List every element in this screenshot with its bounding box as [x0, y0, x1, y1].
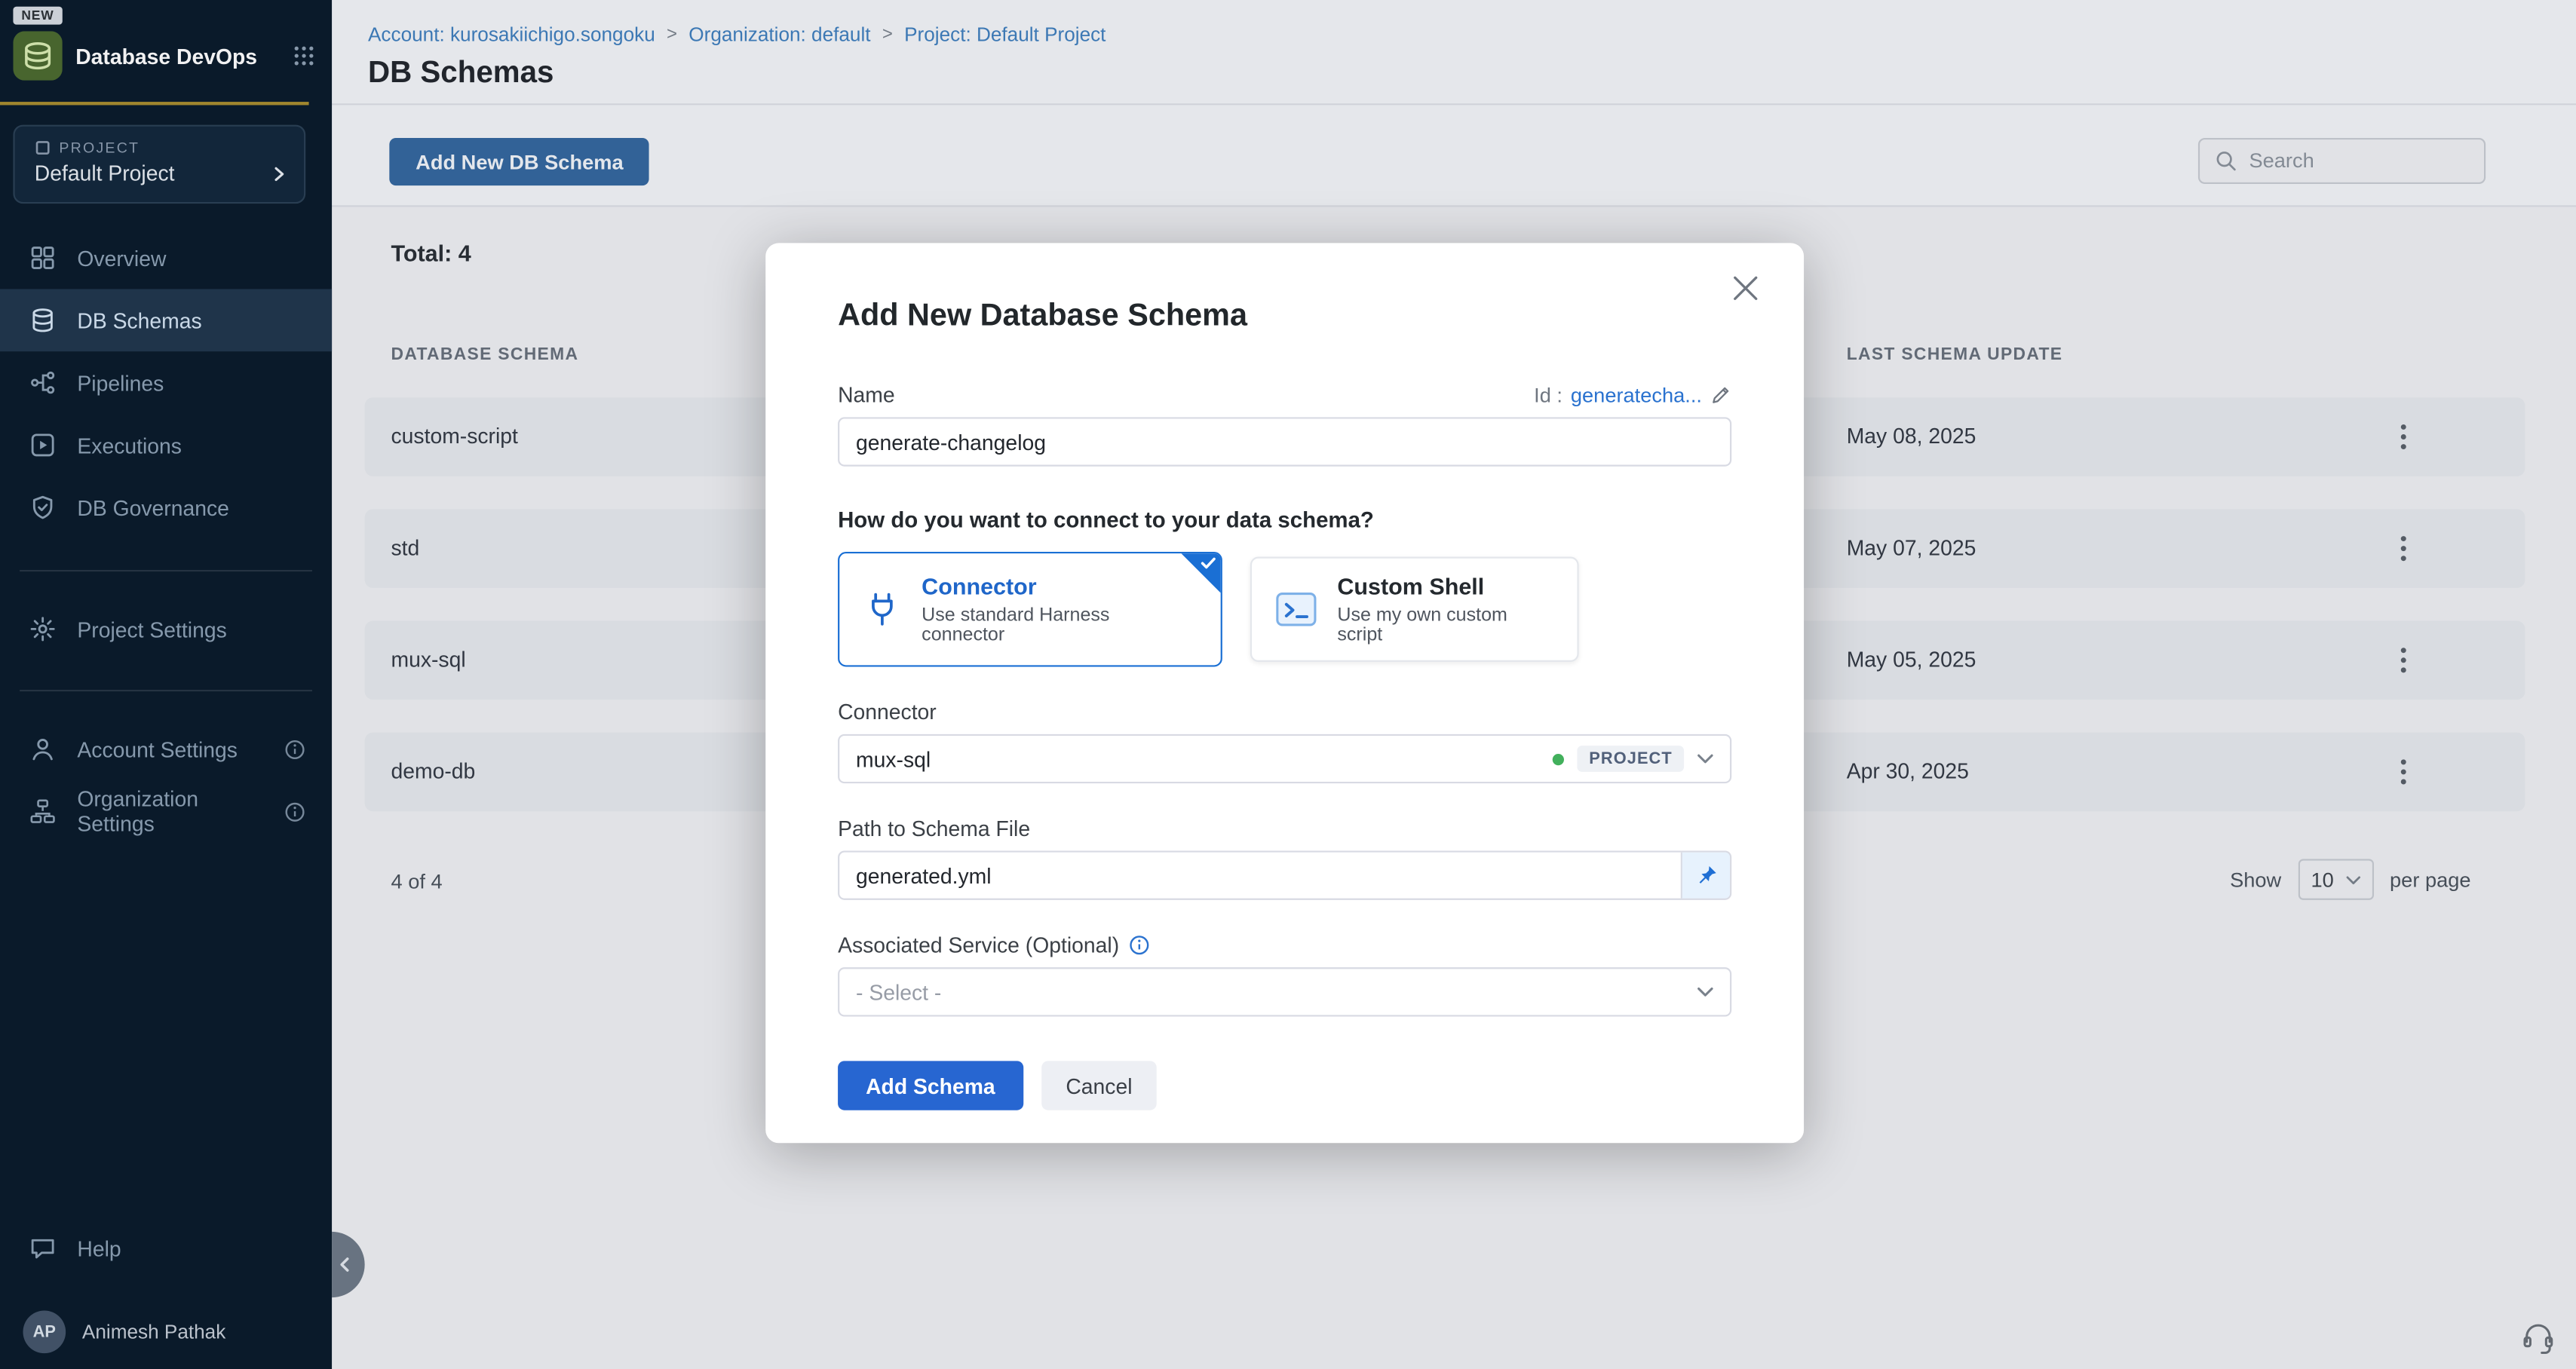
cancel-button[interactable]: Cancel	[1041, 1061, 1158, 1110]
schema-id-row: Id : generatecha...	[1534, 384, 1731, 407]
connection-options: Connector Use standard Harness connector…	[838, 552, 1731, 666]
add-schema-modal: Add New Database Schema Name Id : genera…	[765, 243, 1804, 1143]
option-title: Custom Shell	[1337, 573, 1554, 599]
scope-badge: PROJECT	[1578, 746, 1684, 772]
path-input[interactable]	[838, 850, 1731, 899]
associated-service-label: Associated Service (Optional)	[838, 933, 1119, 957]
pin-icon[interactable]	[1681, 853, 1730, 899]
edit-pencil-icon[interactable]	[1710, 384, 1731, 406]
chevron-down-icon	[1697, 987, 1713, 997]
id-link[interactable]: generatecha...	[1571, 384, 1702, 407]
chevron-down-icon	[1697, 754, 1713, 764]
schema-name-input[interactable]	[838, 417, 1731, 466]
option-subtitle: Use my own custom script	[1337, 606, 1554, 645]
associated-service-select[interactable]: - Select -	[838, 967, 1731, 1016]
option-title: Connector	[922, 573, 1198, 599]
option-subtitle: Use standard Harness connector	[922, 606, 1198, 645]
option-custom-shell-card[interactable]: Custom Shell Use my own custom script	[1250, 557, 1579, 662]
check-icon	[1201, 557, 1216, 570]
modal-title: Add New Database Schema	[838, 299, 1731, 335]
close-icon[interactable]	[1730, 273, 1761, 304]
connector-plug-icon	[863, 590, 902, 629]
connector-value: mux-sql	[856, 746, 931, 771]
status-dot	[1553, 753, 1564, 764]
path-label: Path to Schema File	[838, 816, 1731, 841]
option-connector-card[interactable]: Connector Use standard Harness connector	[838, 552, 1222, 666]
info-icon[interactable]	[1129, 935, 1150, 956]
id-prefix: Id :	[1534, 384, 1562, 407]
app-viewport: NEW Database DevOps PROJECT Default Proj…	[0, 0, 2576, 1369]
service-placeholder: - Select -	[856, 980, 941, 1005]
connector-label: Connector	[838, 700, 1731, 724]
terminal-icon	[1275, 588, 1318, 631]
name-label: Name	[838, 383, 895, 408]
path-input-wrap	[838, 850, 1731, 899]
connector-select[interactable]: mux-sql PROJECT	[838, 734, 1731, 783]
add-schema-submit-button[interactable]: Add Schema	[838, 1061, 1023, 1110]
connect-question: How do you want to connect to your data …	[838, 507, 1731, 532]
